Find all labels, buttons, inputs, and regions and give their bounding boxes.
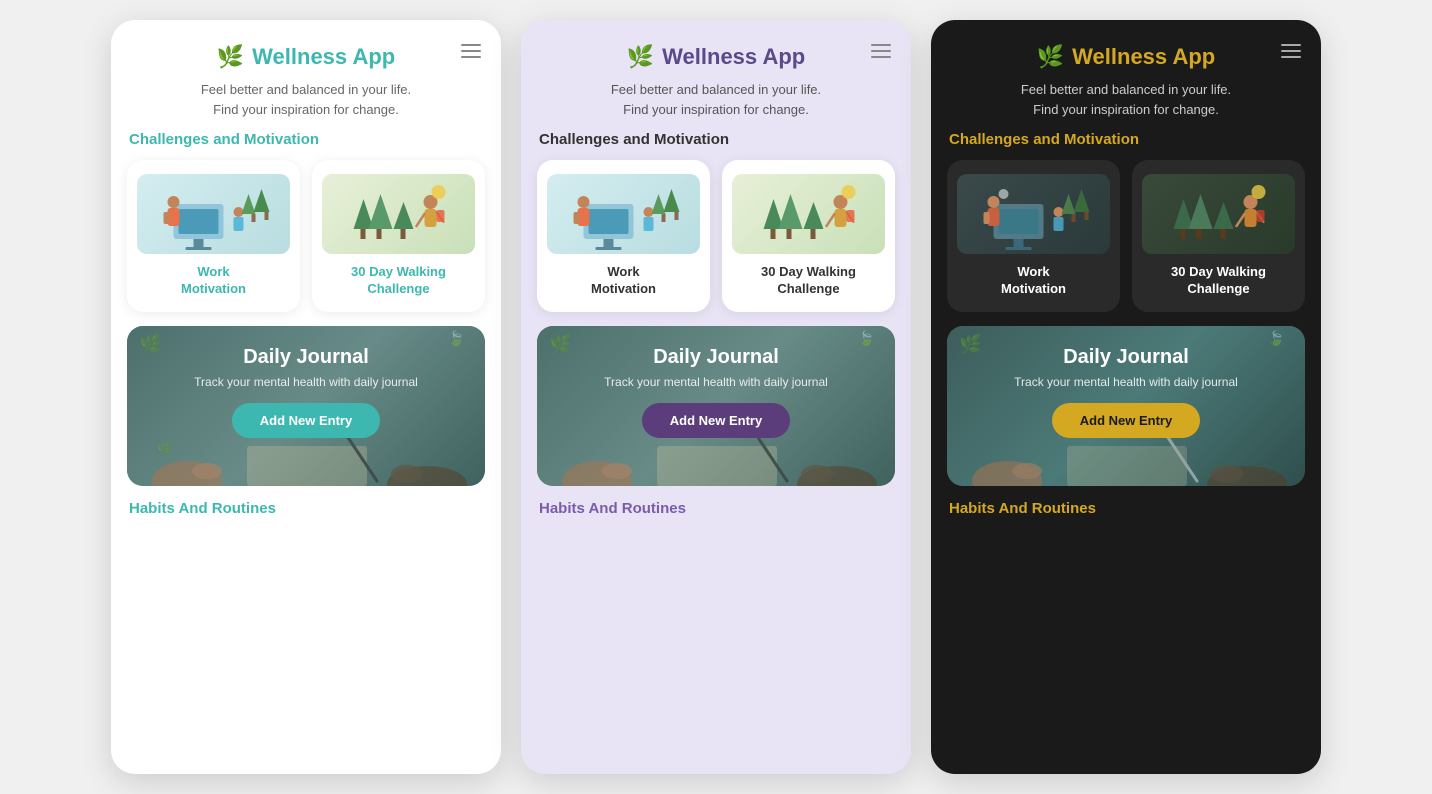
phone-purple-theme: 🌿 Wellness App Feel better and balanced … xyxy=(521,20,911,774)
journal-content-dark: Daily Journal Track your mental health w… xyxy=(963,346,1289,438)
logo-row-purple: 🌿 Wellness App xyxy=(627,44,805,70)
logo-row-dark: 🌿 Wellness App xyxy=(1037,44,1215,70)
phone-light-theme: 🌿 Wellness App Feel better and balanced … xyxy=(111,20,501,774)
cards-grid-dark: WorkMotivation xyxy=(947,160,1305,312)
app-header-purple: 🌿 Wellness App Feel better and balanced … xyxy=(521,20,911,131)
app-subtitle-dark: Feel better and balanced in your life. F… xyxy=(1021,80,1231,119)
logo-leaf-dark: 🌿 xyxy=(1037,44,1064,70)
challenges-title-light: Challenges and Motivation xyxy=(127,131,485,148)
card-work-title-dark: WorkMotivation xyxy=(1001,264,1066,298)
cards-grid-light: WorkMotivation xyxy=(127,160,485,312)
card-walking-purple[interactable]: 30 Day WalkingChallenge xyxy=(722,160,895,312)
journal-btn-dark[interactable]: Add New Entry xyxy=(1052,403,1200,438)
walking-illustration-light xyxy=(322,174,475,254)
app-header-dark: 🌿 Wellness App Feel better and balanced … xyxy=(931,20,1321,131)
card-walking-title-light: 30 Day WalkingChallenge xyxy=(351,264,446,298)
phone-content-dark: Challenges and Motivation xyxy=(931,131,1321,774)
work-illustration-dark xyxy=(957,174,1110,254)
card-work-purple[interactable]: WorkMotivation xyxy=(537,160,710,312)
journal-banner-purple[interactable]: 🌿 🍃 Daily Journal Track your mental heal… xyxy=(537,326,895,486)
journal-subtitle-light: Track your mental health with daily jour… xyxy=(194,375,418,389)
app-subtitle-light: Feel better and balanced in your life. F… xyxy=(201,80,411,119)
journal-content-light: Daily Journal Track your mental health w… xyxy=(143,346,469,438)
journal-title-light: Daily Journal xyxy=(243,346,369,369)
hamburger-menu-dark[interactable] xyxy=(1281,44,1301,58)
walking-illustration-purple xyxy=(732,174,885,254)
challenges-title-dark: Challenges and Motivation xyxy=(947,131,1305,148)
walking-illustration-dark xyxy=(1142,174,1295,254)
habits-title-light: Habits And Routines xyxy=(127,500,485,517)
journal-content-purple: Daily Journal Track your mental health w… xyxy=(553,346,879,438)
journal-title-purple: Daily Journal xyxy=(653,346,779,369)
card-work-title-purple: WorkMotivation xyxy=(591,264,656,298)
journal-btn-purple[interactable]: Add New Entry xyxy=(642,403,790,438)
app-title-light: Wellness App xyxy=(252,44,395,70)
work-illustration-light xyxy=(137,174,290,254)
app-subtitle-purple: Feel better and balanced in your life. F… xyxy=(611,80,821,119)
card-walking-light[interactable]: 30 Day WalkingChallenge xyxy=(312,160,485,312)
journal-banner-dark[interactable]: 🌿 🍃 Daily Journal Track your mental heal… xyxy=(947,326,1305,486)
journal-subtitle-dark: Track your mental health with daily jour… xyxy=(1014,375,1238,389)
card-work-title-light: WorkMotivation xyxy=(181,264,246,298)
card-work-light[interactable]: WorkMotivation xyxy=(127,160,300,312)
cards-grid-purple: WorkMotivation xyxy=(537,160,895,312)
work-illustration-purple xyxy=(547,174,700,254)
phone-dark-theme: 🌿 Wellness App Feel better and balanced … xyxy=(931,20,1321,774)
logo-leaf-light: 🌿 xyxy=(217,44,244,70)
habits-title-dark: Habits And Routines xyxy=(947,500,1305,517)
logo-row-light: 🌿 Wellness App xyxy=(217,44,395,70)
challenges-title-purple: Challenges and Motivation xyxy=(537,131,895,148)
habits-title-purple: Habits And Routines xyxy=(537,500,895,517)
app-title-purple: Wellness App xyxy=(662,44,805,70)
card-walking-dark[interactable]: 30 Day WalkingChallenge xyxy=(1132,160,1305,312)
journal-btn-light[interactable]: Add New Entry xyxy=(232,403,380,438)
card-work-dark[interactable]: WorkMotivation xyxy=(947,160,1120,312)
hamburger-menu-purple[interactable] xyxy=(871,44,891,58)
card-walking-title-purple: 30 Day WalkingChallenge xyxy=(761,264,856,298)
journal-banner-light[interactable]: 🌿 🍃 🌿 Daily Journal Track your mental he… xyxy=(127,326,485,486)
journal-subtitle-purple: Track your mental health with daily jour… xyxy=(604,375,828,389)
app-title-dark: Wellness App xyxy=(1072,44,1215,70)
journal-title-dark: Daily Journal xyxy=(1063,346,1189,369)
card-walking-title-dark: 30 Day WalkingChallenge xyxy=(1171,264,1266,298)
phone-content-light: Challenges and Motivation xyxy=(111,131,501,774)
hamburger-menu-light[interactable] xyxy=(461,44,481,58)
phone-content-purple: Challenges and Motivation xyxy=(521,131,911,774)
logo-leaf-purple: 🌿 xyxy=(627,44,654,70)
app-header-light: 🌿 Wellness App Feel better and balanced … xyxy=(111,20,501,131)
